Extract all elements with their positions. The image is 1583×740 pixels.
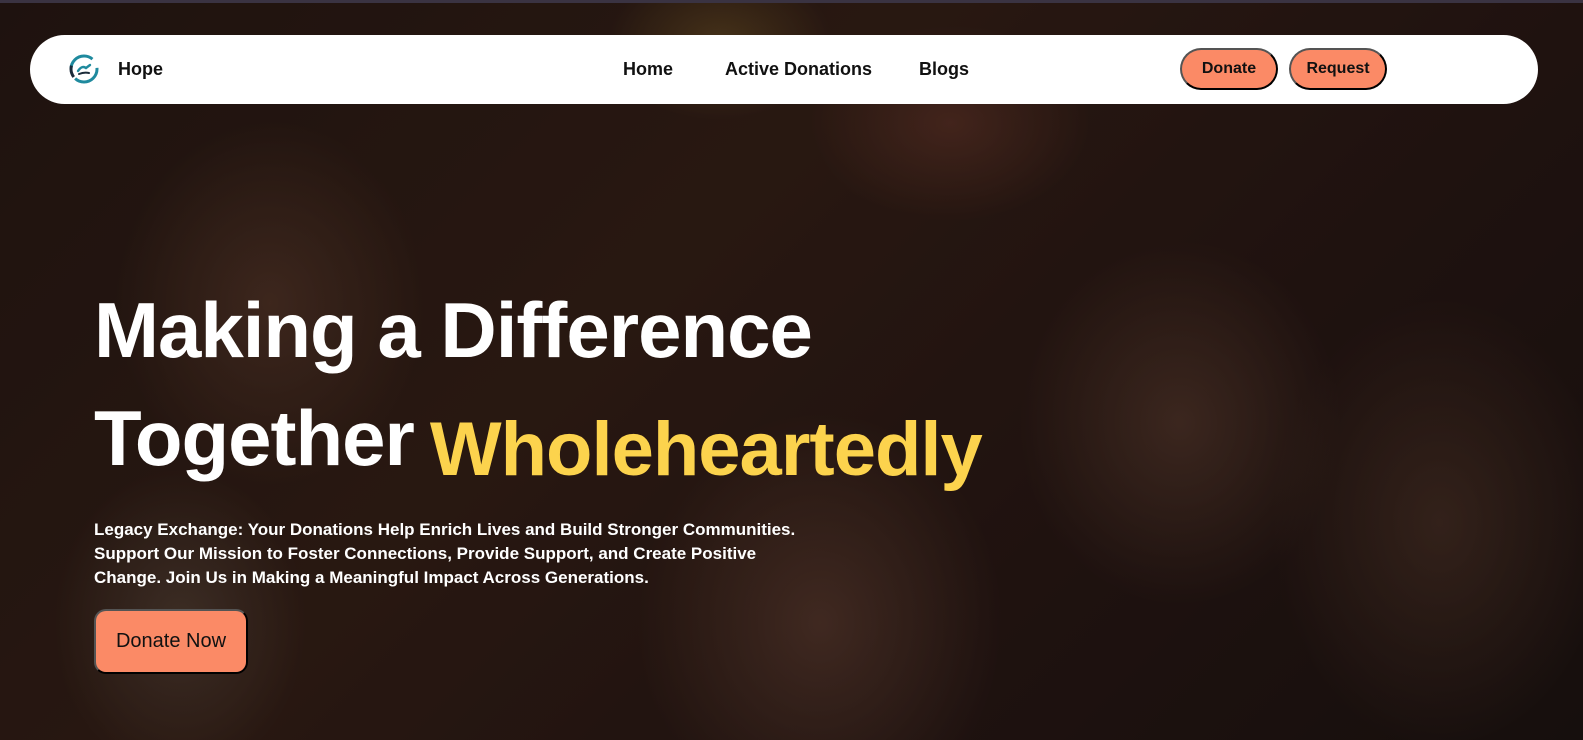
hero-headline-highlight: Wholeheartedly: [429, 407, 983, 492]
donate-button[interactable]: Donate: [1180, 48, 1278, 90]
hero-description-line: Change. Join Us in Making a Meaningful I…: [94, 568, 649, 587]
nav-link-blogs[interactable]: Blogs: [919, 59, 969, 80]
nav-link-active-donations[interactable]: Active Donations: [725, 59, 872, 80]
brand-name[interactable]: Hope: [118, 59, 163, 80]
hero-description-line: Legacy Exchange: Your Donations Help Enr…: [94, 520, 796, 539]
top-navbar: Hope Home Active Donations Blogs Donate …: [30, 35, 1538, 104]
hero-headline-line2: Together Wholeheartedly: [94, 393, 983, 492]
hero-headline-together: Together: [94, 394, 415, 482]
hero-headline-line1: Making a Difference: [94, 286, 813, 374]
nav-link-home[interactable]: Home: [623, 59, 673, 80]
hands-circle-icon[interactable]: [68, 53, 100, 85]
donate-now-button[interactable]: Donate Now: [94, 609, 248, 674]
hero-description-line: Support Our Mission to Foster Connection…: [94, 544, 757, 563]
request-button[interactable]: Request: [1289, 48, 1387, 90]
hero-description: Legacy Exchange: Your Donations Help Enr…: [94, 518, 824, 590]
